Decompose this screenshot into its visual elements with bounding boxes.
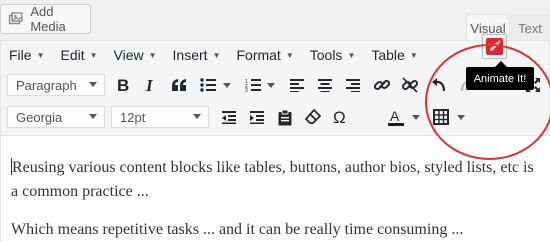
bold-icon: B [117, 77, 129, 93]
svg-text:B: B [117, 77, 129, 93]
indent-button[interactable] [245, 105, 269, 129]
font-size-value: 12pt [120, 109, 146, 125]
outdent-icon [222, 111, 236, 124]
outdent-button[interactable] [217, 105, 241, 129]
chevron-down-icon [89, 82, 97, 87]
indent-icon [250, 111, 264, 124]
menu-insert[interactable]: Insert ▼ [173, 47, 221, 63]
menu-table[interactable]: Table ▼ [371, 47, 417, 63]
text-color-caret-icon[interactable] [412, 115, 420, 120]
undo-icon [432, 78, 446, 92]
animate-it-tooltip: Animate It! [466, 61, 534, 90]
menu-view[interactable]: View ▼ [114, 47, 157, 63]
menu-edit[interactable]: Edit ▼ [60, 47, 97, 63]
svg-text:I: I [145, 77, 154, 93]
font-family-select[interactable]: Georgia [7, 106, 105, 128]
media-icon [8, 11, 23, 24]
add-media-label: Add Media [30, 4, 66, 34]
animate-it-button[interactable] [482, 34, 507, 59]
svg-text:Ω: Ω [333, 109, 346, 125]
editor-content[interactable]: Reusing various content blocks like tabl… [1, 135, 550, 242]
paste-text-button[interactable] [273, 105, 297, 129]
clear-formatting-icon [305, 109, 321, 124]
svg-text:3: 3 [245, 88, 248, 92]
bullet-list-caret-icon[interactable] [223, 83, 231, 88]
menu-table-label: Table [371, 47, 405, 63]
menu-tools[interactable]: Tools ▼ [310, 47, 356, 63]
content-paragraph: Reusing various content blocks like tabl… [11, 156, 538, 204]
numbered-list-button[interactable]: 123 [241, 73, 265, 97]
numbered-list-icon: 123 [245, 79, 261, 92]
link-icon [373, 79, 391, 91]
add-media-button[interactable]: Add Media [0, 4, 91, 34]
align-left-icon [290, 79, 304, 92]
unlink-button[interactable] [398, 73, 422, 97]
menu-file[interactable]: File ▼ [9, 47, 44, 63]
undo-button[interactable] [427, 73, 451, 97]
chevron-down-icon: ▼ [89, 50, 98, 60]
italic-button[interactable]: I [139, 73, 163, 97]
align-right-icon [346, 79, 360, 92]
bold-button[interactable]: B [111, 73, 135, 97]
tab-text[interactable]: Text [510, 14, 550, 42]
menu-format[interactable]: Format ▼ [236, 47, 293, 63]
svg-text:A: A [390, 108, 400, 124]
chevron-down-icon [193, 114, 201, 119]
chevron-down-icon: ▼ [409, 50, 418, 60]
paste-text-icon [278, 109, 292, 125]
menu-insert-label: Insert [172, 47, 208, 63]
chevron-down-icon: ▼ [148, 50, 157, 60]
chevron-down-icon: ▼ [36, 50, 45, 60]
table-icon [433, 109, 449, 125]
menu-view-label: View [113, 47, 144, 63]
special-character-button[interactable]: Ω [329, 105, 353, 129]
chevron-down-icon: ▼ [347, 50, 356, 60]
align-center-button[interactable] [313, 73, 337, 97]
font-size-select[interactable]: 12pt [111, 106, 209, 128]
menu-edit-label: Edit [60, 47, 85, 63]
format-select-value: Paragraph [16, 77, 77, 93]
content-paragraph: Which means repetitive tasks ... and it … [11, 221, 464, 238]
chevron-down-icon: ▼ [212, 50, 221, 60]
text-color-button[interactable]: A [384, 105, 408, 129]
italic-icon: I [145, 77, 154, 93]
blockquote-icon [172, 79, 186, 91]
menu-tools-label: Tools [309, 47, 343, 63]
animate-it-icon [486, 38, 503, 55]
text-color-icon: A [388, 108, 404, 126]
format-select[interactable]: Paragraph [7, 74, 105, 96]
table-button[interactable] [429, 105, 453, 129]
bullet-list-button[interactable] [196, 73, 220, 97]
menu-file-label: File [9, 47, 32, 63]
align-right-button[interactable] [341, 73, 365, 97]
content-paragraph-1-text: Reusing various content blocks like tabl… [11, 159, 534, 200]
menu-bar: File ▼ Edit ▼ View ▼ Insert ▼ Format ▼ Tools ▼… [1, 41, 549, 69]
font-family-value: Georgia [16, 109, 63, 125]
link-button[interactable] [370, 73, 394, 97]
toolbar-row-2: Georgia 12pt Ω A [1, 101, 549, 133]
align-left-button[interactable] [285, 73, 309, 97]
chevron-down-icon [89, 114, 97, 119]
bullet-list-icon [200, 78, 216, 92]
clear-formatting-button[interactable] [301, 105, 325, 129]
chevron-down-icon: ▼ [285, 50, 294, 60]
table-caret-icon[interactable] [457, 115, 465, 120]
menu-format-label: Format [236, 47, 281, 63]
numbered-list-caret-icon[interactable] [267, 83, 275, 88]
unlink-icon [401, 77, 419, 93]
blockquote-button[interactable] [167, 73, 191, 97]
special-character-icon: Ω [333, 109, 346, 125]
align-center-icon [318, 79, 332, 92]
